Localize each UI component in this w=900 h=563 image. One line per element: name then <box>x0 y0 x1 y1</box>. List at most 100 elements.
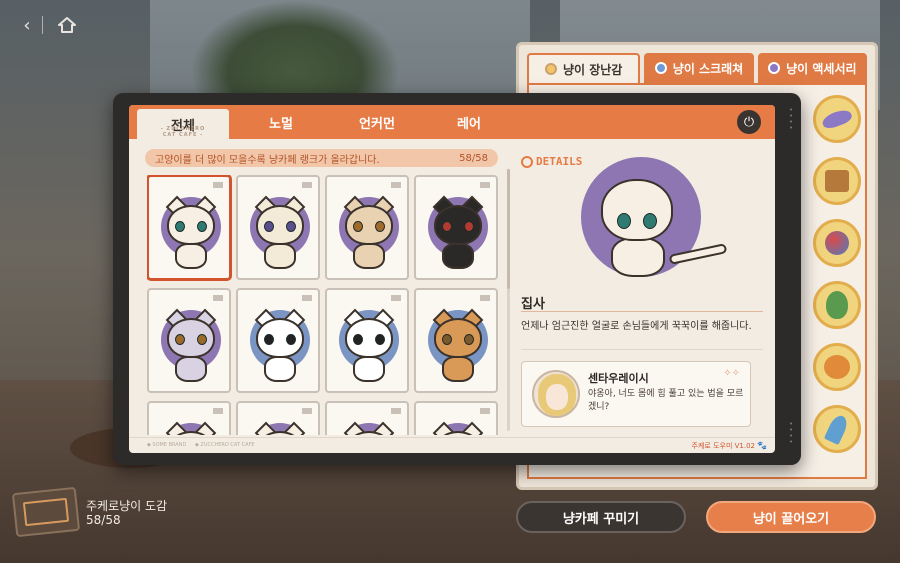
cat-eye-left <box>617 213 631 229</box>
home-icon <box>58 17 76 33</box>
name-underline <box>521 311 763 312</box>
cat-body <box>264 243 296 269</box>
ball-toy-icon <box>825 231 849 255</box>
cat-card[interactable] <box>414 288 498 393</box>
fruit-toy-item[interactable] <box>813 343 861 391</box>
collection-info-bar: 고양이를 더 많이 모을수록 냥카페 랭크가 올라갑니다. 58/58 <box>145 149 498 167</box>
card-tag-icon <box>213 408 223 414</box>
cat-card-grid <box>147 175 499 435</box>
close-power-button[interactable]: ⏻ <box>737 110 761 134</box>
box-toy-item[interactable] <box>813 157 861 205</box>
scratcher-tab-icon <box>654 62 667 74</box>
tab-cat-accessories[interactable]: 냥이 액세서리 <box>757 53 867 83</box>
cat-name: 집사 <box>521 297 545 312</box>
fruit-toy-icon <box>824 355 850 379</box>
decorate-cafe-button[interactable]: 냥카페 꾸미기 <box>516 501 686 533</box>
card-tag-icon <box>391 408 401 414</box>
cat-portrait-figure <box>581 169 731 289</box>
back-button[interactable]: ‹ <box>14 12 40 38</box>
leaf-toy-item[interactable] <box>813 281 861 329</box>
cat-eye <box>264 221 274 232</box>
tab-normal[interactable]: 노멀 <box>235 105 327 139</box>
tab-uncommon[interactable]: 언커먼 <box>327 105 427 139</box>
cat-eye <box>175 334 185 345</box>
paw-icon: 🐾 <box>757 441 767 450</box>
cat-detail-panel: DETAILS 집사 언제나 엄근진한 얼굴로 손님들에게 꾹꾹이를 해줍니다. <box>521 149 763 439</box>
character-comment-box: 센타우레이시 ✧✧ 야옹아, 너도 몸에 힘 풀고 있는 법을 모르겠니? <box>521 361 751 427</box>
cat-body <box>442 243 474 269</box>
details-logo: DETAILS <box>521 155 582 168</box>
nav-divider <box>42 16 43 34</box>
cat-tail <box>668 243 728 265</box>
detail-divider <box>521 349 763 350</box>
cat-figure <box>430 421 486 435</box>
tab-rare[interactable]: 레어 <box>429 105 509 139</box>
cat-card[interactable] <box>236 175 320 280</box>
card-tag-icon <box>480 182 490 188</box>
tab-cat-scratchers[interactable]: 냥이 스크래쳐 <box>644 53 754 83</box>
cat-card[interactable] <box>414 401 498 435</box>
play-icon <box>521 155 533 168</box>
avatar-face <box>546 384 568 410</box>
card-tag-icon <box>213 295 223 301</box>
dolphin-toy-icon <box>820 107 854 131</box>
collection-book-icon[interactable] <box>11 486 81 538</box>
commenter-quote: 야옹아, 너도 몸에 힘 풀고 있는 법을 모르겠니? <box>588 389 744 412</box>
cat-figure <box>252 308 308 386</box>
feather-toy-item[interactable] <box>813 405 861 453</box>
cat-card[interactable] <box>414 175 498 280</box>
cat-eye <box>286 334 296 345</box>
cat-card[interactable] <box>236 288 320 393</box>
cat-figure <box>341 195 397 273</box>
cat-card[interactable] <box>325 175 409 280</box>
grid-scrollbar[interactable] <box>507 169 510 431</box>
device-decoration-dots: • • • • <box>789 106 794 132</box>
cat-card[interactable] <box>147 175 231 280</box>
tab-label: 냥이 장난감 <box>562 62 623 77</box>
cat-eye <box>464 221 474 232</box>
tab-all[interactable]: 전체 - ZUCCHERO CAT CAFE - <box>137 109 229 139</box>
card-tag-icon <box>213 182 223 188</box>
cat-figure <box>252 421 308 435</box>
tab-label: 냥이 액세서리 <box>786 61 857 76</box>
cat-card[interactable] <box>147 288 231 393</box>
cat-eye <box>286 221 296 232</box>
card-tag-icon <box>391 295 401 301</box>
cat-eye <box>442 221 452 232</box>
tab-sublabel: - ZUCCHERO CAT CAFE - <box>160 126 206 138</box>
ball-toy-item[interactable] <box>813 219 861 267</box>
cat-eye <box>353 221 363 232</box>
dialog-screen: 전체 - ZUCCHERO CAT CAFE - 노멀 언커먼 레어 ⏻ 고양이… <box>129 105 775 453</box>
device-decoration-dots: • • • • <box>789 420 794 446</box>
toy-column <box>813 95 861 453</box>
home-button[interactable] <box>54 12 80 38</box>
details-logo-text: DETAILS <box>536 155 583 168</box>
bring-cat-button[interactable]: 냥이 끌어오기 <box>706 501 876 533</box>
cat-body <box>353 356 385 382</box>
cat-body <box>264 356 296 382</box>
cat-eye <box>442 334 452 345</box>
info-text: 고양이를 더 많이 모을수록 냥카페 랭크가 올라갑니다. <box>155 154 380 166</box>
dolphin-toy-item[interactable] <box>813 95 861 143</box>
sparkle-icon: ✧✧ <box>723 368 740 379</box>
tab-cat-toys[interactable]: 냥이 장난감 <box>527 53 641 83</box>
commenter-avatar <box>532 370 580 418</box>
cat-figure <box>341 308 397 386</box>
cat-figure <box>163 421 219 435</box>
cat-figure <box>163 308 219 386</box>
cat-card[interactable] <box>325 288 409 393</box>
scrollbar-thumb[interactable] <box>507 169 510 289</box>
cat-eye <box>197 221 207 232</box>
cat-eye <box>375 334 385 345</box>
cat-eye-right <box>643 213 657 229</box>
cat-card[interactable] <box>147 401 231 435</box>
cat-eye <box>175 221 185 232</box>
cat-card[interactable] <box>325 401 409 435</box>
cat-figure <box>252 195 308 273</box>
cat-figure <box>430 195 486 273</box>
feather-toy-icon <box>823 412 851 446</box>
commenter-name: 센타우레이시 <box>588 372 649 385</box>
cat-card[interactable] <box>236 401 320 435</box>
back-arrow-icon: ‹ <box>23 14 31 36</box>
info-count: 58/58 <box>459 152 488 164</box>
